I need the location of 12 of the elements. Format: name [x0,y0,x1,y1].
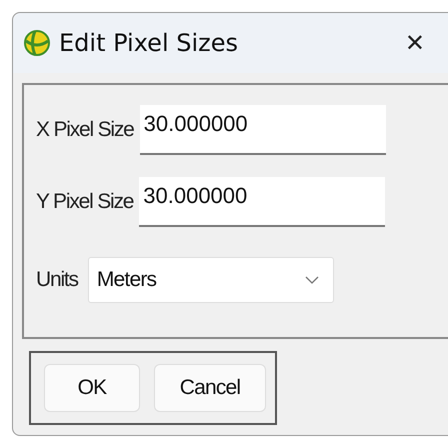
close-button[interactable]: ✕ [398,27,431,59]
dialog-button[interactable]: Cancel [154,364,266,412]
globe-icon [23,29,51,57]
window-title: Edit Pixel Sizes [59,29,240,57]
field-label: Units [36,268,78,292]
input-field[interactable]: 30.000000 [139,177,386,227]
units-dropdown[interactable]: Meters [88,257,334,303]
field-label: Y Pixel Size [36,190,134,214]
chevron-down-icon [304,276,319,284]
input-field[interactable]: 30.000000 [140,105,386,155]
dialog-button[interactable]: OK [44,364,140,412]
field-label: X Pixel Size [36,118,134,142]
